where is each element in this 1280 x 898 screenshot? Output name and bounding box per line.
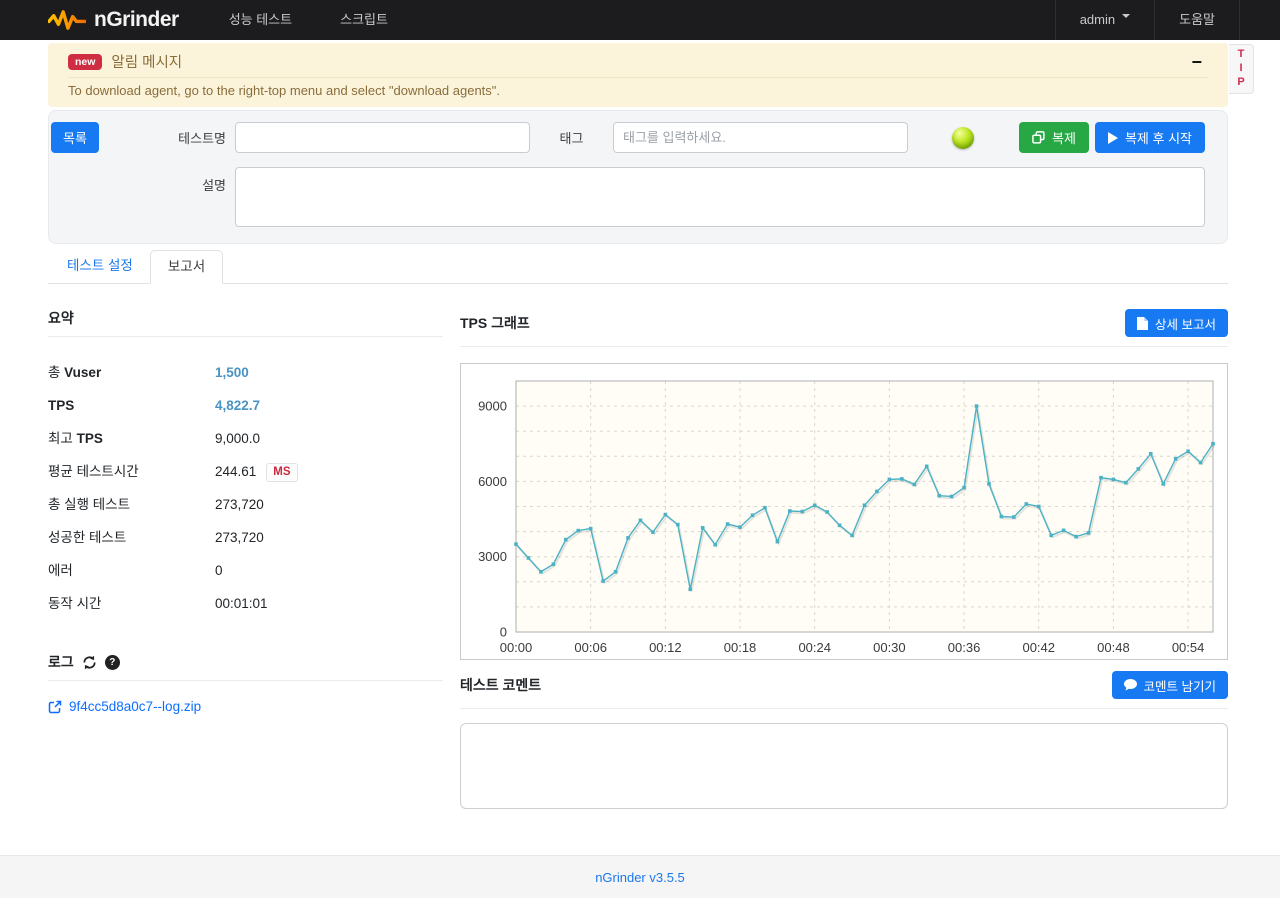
log-file-row: 9f4cc5d8a0c7--log.zip [48,699,443,714]
nav-performance-test[interactable]: 성능 테스트 [205,0,316,40]
page-footer: nGrinder v3.5.5 [0,855,1280,898]
log-separator [48,680,443,681]
list-button[interactable]: 목록 [51,122,99,153]
summary-row: 총 실행 테스트 273,720 [48,495,443,515]
announcement-title: 알림 메시지 [111,55,183,71]
log-heading: 로그 [48,654,74,670]
summary-label: 총 실행 테스트 [48,497,131,512]
test-header-panel: 목록 테스트명 태그 복제 복제 후 시작 [48,110,1228,244]
svg-text:00:42: 00:42 [1022,640,1055,655]
summary-row: 성공한 테스트 273,720 [48,528,443,548]
summary-value: 0 [215,563,223,578]
log-help-icon[interactable]: ? [104,654,120,670]
collapse-announcement-button[interactable]: − [1185,53,1208,71]
summary-value: 273,720 [215,497,264,512]
description-textarea[interactable] [235,167,1205,227]
tab-test-config[interactable]: 테스트 설정 [50,250,150,283]
tab-report[interactable]: 보고서 [149,250,224,284]
summary-label: 에러 [48,563,73,578]
summary-label: 최고 TPS [48,431,103,446]
comment-separator [460,708,1228,709]
new-badge: new [68,53,103,70]
unit-badge: MS [266,462,298,482]
summary-heading: 요약 [48,310,74,326]
svg-text:00:12: 00:12 [649,640,682,655]
summary-row: 에러 0 [48,561,443,581]
summary-value: 273,720 [215,530,264,545]
summary-label: 평균 테스트시간 [48,464,139,479]
svg-text:6000: 6000 [478,474,507,489]
test-name-label: 테스트명 [178,131,226,146]
announcement-message: To download agent, go to the right-top m… [68,83,501,98]
svg-text:00:00: 00:00 [500,640,533,655]
tip-tab[interactable]: TIP [1229,44,1254,94]
svg-text:00:36: 00:36 [948,640,981,655]
summary-list: 총 Vuser 1,500 TPS 4,822.7 최고 TPS 9,000.0 평균 테스… [48,363,443,614]
nav-script[interactable]: 스크립트 [316,0,412,40]
speech-bubble-icon [1123,679,1137,691]
summary-label: 동작 시간 [48,596,102,611]
summary-value: 9,000.0 [215,431,261,446]
test-status-ball-icon [952,126,974,149]
tps-chart-svg: 0 3000 6000 9000 00:00 00:06 00:12 00:18 00:24 00… [478,380,1216,655]
svg-text:00:30: 00:30 [873,640,906,655]
svg-text:0: 0 [500,625,507,640]
svg-text:00:06: 00:06 [574,640,607,655]
external-link-icon [48,700,62,713]
waveform-icon [48,9,86,30]
svg-text:00:18: 00:18 [724,640,757,655]
summary-label: 총 Vuser [48,365,102,380]
summary-value: 00:01:01 [215,596,268,611]
comment-textarea[interactable] [460,723,1228,809]
summary-row: TPS 4,822.7 [48,396,443,416]
comment-heading: 테스트 코멘트 [460,677,542,693]
log-refresh-button[interactable] [82,655,97,670]
test-name-input[interactable] [235,122,530,153]
detail-tabs: 테스트 설정 보고서 [48,250,1228,284]
version-link[interactable]: nGrinder v3.5.5 [595,870,685,885]
summary-separator [48,336,443,337]
tps-chart-heading: TPS 그래프 [460,315,530,331]
svg-text:9000: 9000 [478,399,507,414]
brand-logo[interactable]: nGrinder [48,8,179,32]
svg-text:00:24: 00:24 [798,640,831,655]
detailed-report-button[interactable]: 상세 보고서 [1125,309,1228,337]
copy-icon [1032,131,1045,144]
clone-and-start-button[interactable]: 복제 후 시작 [1094,122,1205,153]
log-file-link[interactable]: 9f4cc5d8a0c7--log.zip [69,699,201,714]
leave-comment-button[interactable]: 코멘트 남기기 [1111,671,1228,699]
chart-separator [460,346,1228,347]
refresh-icon [83,655,96,669]
document-icon [1137,316,1149,330]
clone-button[interactable]: 복제 [1019,122,1089,153]
announcement-panel: new 알림 메시지 − To download agent, go to th… [48,43,1228,107]
summary-value: 1,500 [215,365,249,380]
tag-label: 태그 [559,131,584,146]
tps-chart-container: 0 3000 6000 9000 00:00 00:06 00:12 00:18 00:24 00… [460,363,1228,660]
summary-value: 244.61 [215,464,257,479]
summary-row: 평균 테스트시간 244.61 MS [48,462,443,482]
svg-text:3000: 3000 [478,549,507,564]
nav-user-name: admin [1079,12,1116,27]
svg-text:00:48: 00:48 [1097,640,1130,655]
brand-name: nGrinder [94,8,179,31]
nav-help[interactable]: 도움말 [1154,0,1240,40]
caret-down-icon [1122,14,1131,22]
description-label: 설명 [202,178,226,193]
svg-text:00:54: 00:54 [1172,640,1205,655]
summary-row: 총 Vuser 1,500 [48,363,443,383]
summary-label: TPS [48,398,75,413]
summary-value: 4,822.7 [215,398,261,413]
summary-row: 최고 TPS 9,000.0 [48,429,443,449]
summary-label: 성공한 테스트 [48,530,127,545]
tag-input[interactable] [613,122,908,153]
nav-user-menu[interactable]: admin [1054,0,1154,40]
summary-row: 동작 시간 00:01:01 [48,594,443,614]
top-navbar: nGrinder 성능 테스트 스크립트 admin 도움말 [0,0,1280,40]
play-icon [1107,131,1118,144]
